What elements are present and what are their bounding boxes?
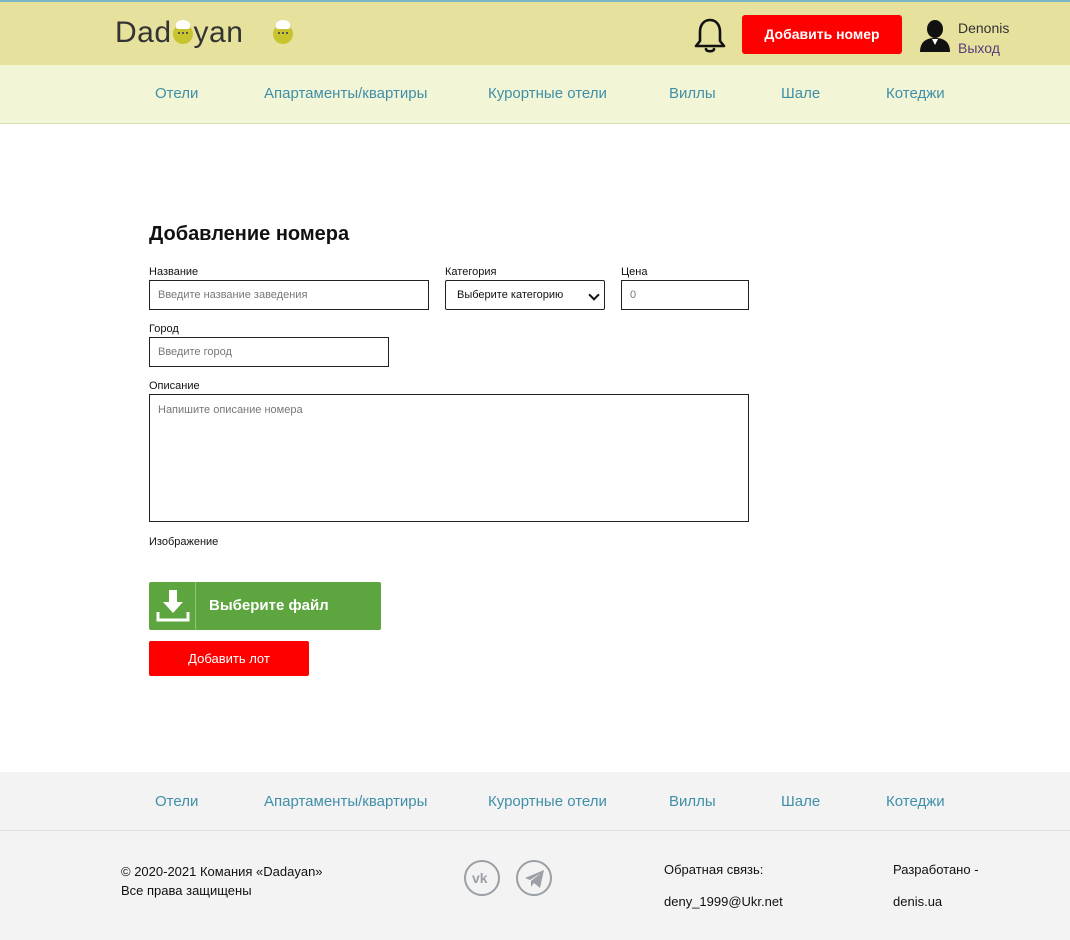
category-select[interactable]: Выберите категорию xyxy=(445,280,605,310)
user-avatar-icon[interactable] xyxy=(918,18,952,52)
nav-item-cottages[interactable]: Котеджи xyxy=(886,85,945,102)
nav-item-chalets[interactable]: Шале xyxy=(781,85,820,102)
feedback-label: Обратная связь: xyxy=(664,862,764,877)
download-icon xyxy=(156,590,190,622)
developed-by-label: Разработано - xyxy=(893,862,979,877)
price-label: Цена xyxy=(621,266,648,278)
nav-item-hotels[interactable]: Отели xyxy=(155,85,198,102)
nav-item-villas[interactable]: Виллы xyxy=(669,85,716,102)
logo-text-start: Dad xyxy=(115,16,172,49)
footer-nav-item-hotels[interactable]: Отели xyxy=(155,793,198,810)
price-input[interactable]: 0 xyxy=(621,280,749,310)
city-label: Город xyxy=(149,323,179,335)
add-room-button[interactable]: Добавить номер xyxy=(742,15,902,54)
description-label: Описание xyxy=(149,380,200,392)
footer-nav-item-cottages[interactable]: Котеджи xyxy=(886,793,945,810)
description-textarea[interactable]: Напишите описание номера xyxy=(149,394,749,522)
footer-nav: Отели Апартаменты/квартиры Курортные оте… xyxy=(0,772,1070,831)
nav-item-resorts[interactable]: Курортные отели xyxy=(488,85,607,102)
footer-nav-item-villas[interactable]: Виллы xyxy=(669,793,716,810)
name-label: Название xyxy=(149,266,199,278)
logo-text-end: yan xyxy=(193,16,244,49)
copyright: © 2020-2021 Комания «Dadayan» Все права … xyxy=(121,862,323,900)
site-footer: Отели Апартаменты/квартиры Курортные оте… xyxy=(0,772,1070,940)
vk-icon[interactable]: vk xyxy=(464,860,500,896)
file-icon-box xyxy=(149,582,196,630)
copyright-line: © 2020-2021 Комания «Dadayan» xyxy=(121,864,323,879)
footer-nav-item-apartments[interactable]: Апартаменты/квартиры xyxy=(264,793,427,810)
main-nav: Отели Апартаменты/квартиры Курортные оте… xyxy=(0,65,1070,124)
chevron-down-icon xyxy=(588,289,600,301)
user-name[interactable]: Denonis xyxy=(958,20,1009,36)
name-input[interactable]: Введите название заведения xyxy=(149,280,429,310)
logo-egg-icon xyxy=(172,20,193,44)
developer-site-link[interactable]: denis.ua xyxy=(893,894,942,909)
telegram-icon[interactable] xyxy=(516,860,552,896)
page-title: Добавление номера xyxy=(149,223,350,245)
image-label: Изображение xyxy=(149,536,219,548)
footer-nav-item-resorts[interactable]: Курортные отели xyxy=(488,793,607,810)
notification-bell-icon[interactable] xyxy=(692,17,728,55)
choose-file-button[interactable]: Выберите файл xyxy=(149,582,381,630)
feedback-email[interactable]: deny_1999@Ukr.net xyxy=(664,894,783,909)
rights-line: Все права защищены xyxy=(121,883,252,898)
footer-nav-item-chalets[interactable]: Шале xyxy=(781,793,820,810)
category-select-value: Выберите категорию xyxy=(457,289,564,301)
nav-item-apartments[interactable]: Апартаменты/квартиры xyxy=(264,85,427,102)
category-label: Категория xyxy=(445,266,497,278)
city-input[interactable]: Введите город xyxy=(149,337,389,367)
logo-egg-icon xyxy=(273,20,293,44)
logout-link[interactable]: Выход xyxy=(958,40,1000,56)
choose-file-label: Выберите файл xyxy=(209,597,329,614)
submit-lot-button[interactable]: Добавить лот xyxy=(149,641,309,676)
site-header: Dad yan Добавить номер Denonis Выход xyxy=(0,0,1070,65)
site-logo[interactable]: Dad yan xyxy=(115,16,293,50)
svg-text:vk: vk xyxy=(472,870,488,886)
